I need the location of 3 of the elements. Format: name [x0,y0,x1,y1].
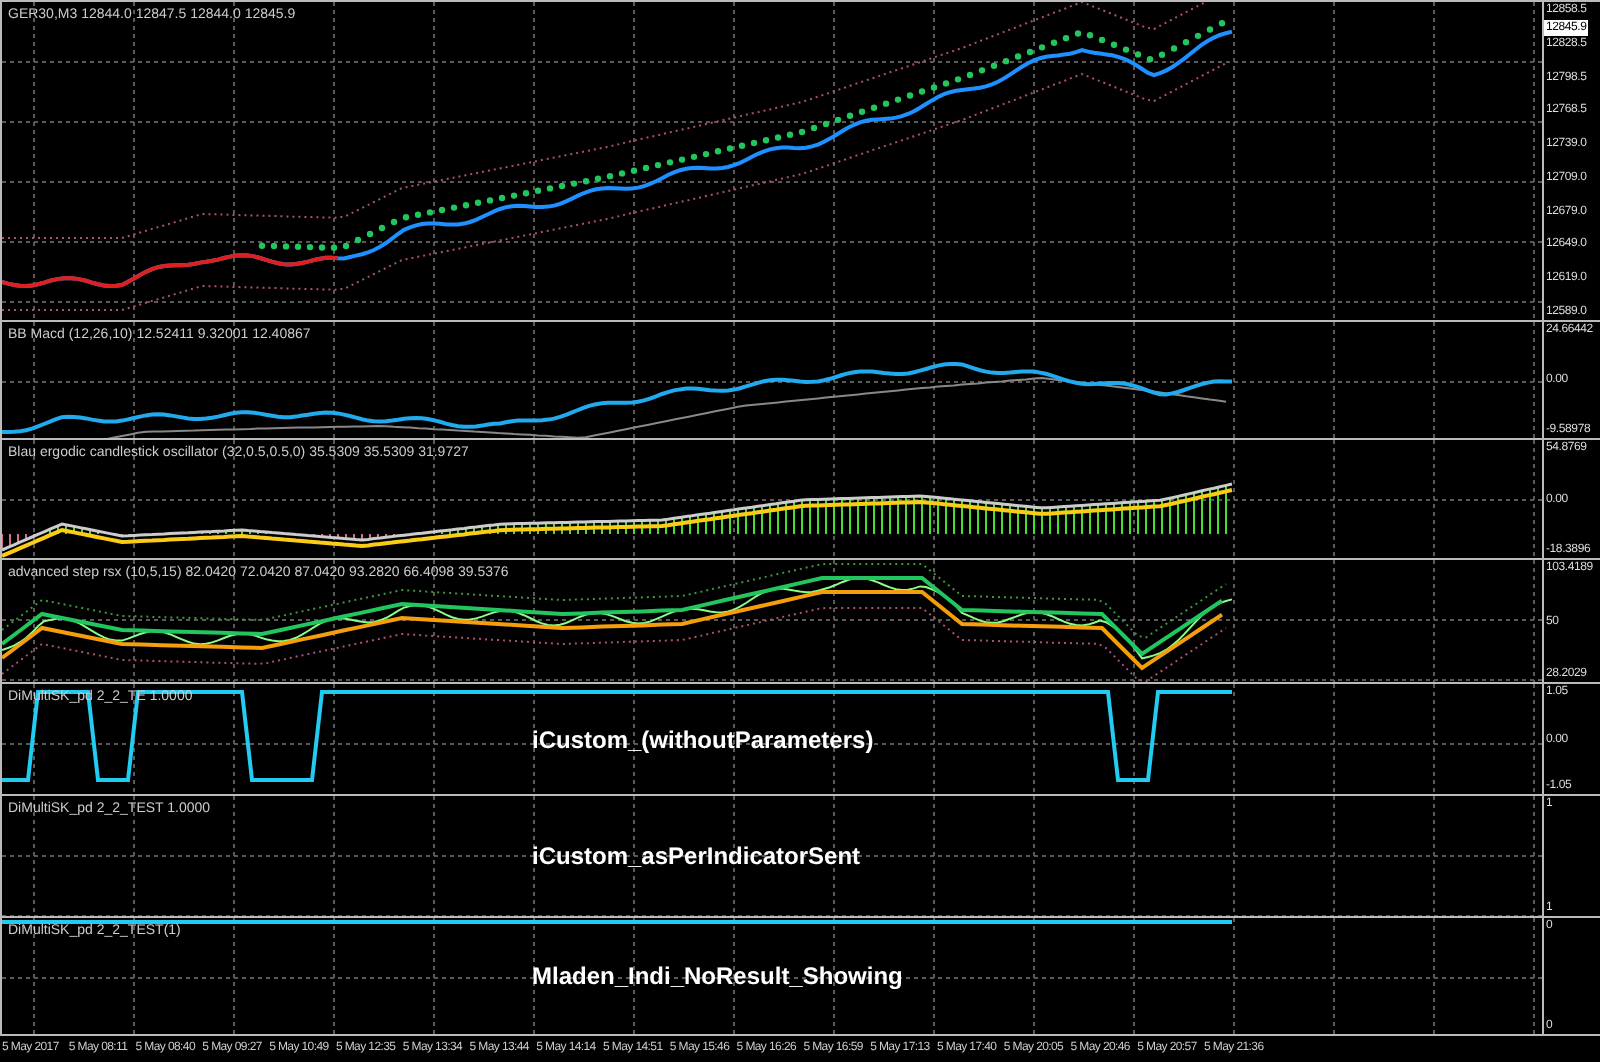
overlay-label: Mladen_Indi_NoResult_Showing [532,960,903,994]
overlay-label: iCustom_(withoutParameters) [532,723,874,757]
overlay-label: iCustom_asPerIndicatorSent [532,840,861,874]
